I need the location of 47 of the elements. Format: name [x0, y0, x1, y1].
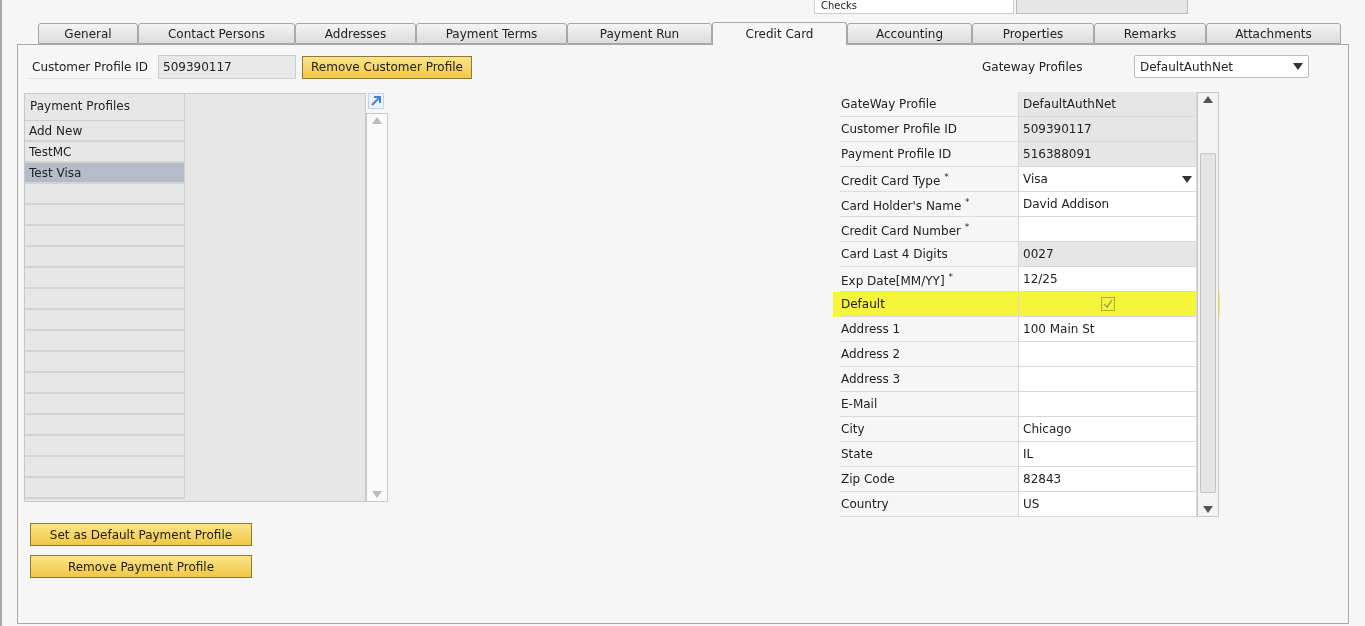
scroll-up-icon[interactable] — [1203, 96, 1213, 103]
scrollbar[interactable] — [1197, 92, 1219, 517]
tab[interactable]: Attachments — [1206, 23, 1341, 44]
dropdown-caret-icon[interactable] — [1293, 63, 1303, 70]
expand-arrow-icon[interactable] — [368, 93, 384, 109]
input-field[interactable] — [1018, 367, 1197, 392]
profile-row[interactable]: TestMC — [25, 142, 185, 163]
tab[interactable]: General — [38, 23, 138, 44]
input-field[interactable]: Chicago — [1018, 417, 1197, 442]
input-field[interactable]: 100 Main St — [1018, 317, 1197, 342]
customer-profile-field[interactable]: 509390117 — [158, 55, 296, 79]
input-field[interactable]: David Addison — [1018, 192, 1197, 217]
tab[interactable]: Properties — [972, 23, 1094, 44]
scroll-down-icon[interactable] — [1203, 506, 1213, 513]
remove-customer-profile-button[interactable]: Remove Customer Profile — [302, 55, 472, 79]
input-field[interactable]: 82843 — [1018, 467, 1197, 492]
field-label: Customer Profile ID — [28, 55, 152, 79]
tab[interactable]: Contact Persons — [138, 23, 295, 44]
input-field[interactable]: US — [1018, 492, 1197, 517]
input-field[interactable] — [1018, 217, 1197, 242]
field-label: Default — [840, 292, 1018, 317]
tab[interactable]: Accounting — [847, 23, 972, 44]
input-field[interactable]: 12/25 — [1018, 267, 1197, 292]
tab[interactable]: Payment Run — [567, 23, 712, 44]
readonly-field: 516388091 — [1018, 142, 1197, 167]
input-field[interactable] — [1018, 392, 1197, 417]
readonly-field: DefaultAuthNet — [1018, 92, 1197, 117]
tab[interactable]: Credit Card — [712, 22, 847, 45]
checkbox[interactable] — [1100, 297, 1115, 311]
column-header: Payment Profiles — [25, 94, 185, 121]
field-label: Checks — [814, 0, 1014, 14]
field-label: Gateway Profiles — [982, 59, 1084, 74]
tab[interactable]: Payment Terms — [416, 23, 567, 44]
action-button[interactable]: Remove Payment Profile — [30, 555, 252, 578]
dropdown-caret-icon[interactable] — [1182, 175, 1192, 183]
amount-field[interactable] — [1016, 0, 1188, 14]
action-button[interactable]: Set as Default Payment Profile — [30, 523, 252, 546]
gateway-profiles-dropdown[interactable]: DefaultAuthNet — [1134, 55, 1309, 78]
tab[interactable]: Remarks — [1094, 23, 1206, 44]
profile-row[interactable]: Test Visa — [25, 163, 185, 184]
input-field[interactable] — [1018, 342, 1197, 367]
readonly-field: 509390117 — [1018, 117, 1197, 142]
readonly-field: 0027 — [1018, 242, 1197, 267]
dropdown-field[interactable]: Visa — [1018, 167, 1197, 192]
profile-row[interactable]: Add New — [25, 121, 185, 142]
tab[interactable]: Addresses — [295, 23, 416, 44]
input-field[interactable]: IL — [1018, 442, 1197, 467]
